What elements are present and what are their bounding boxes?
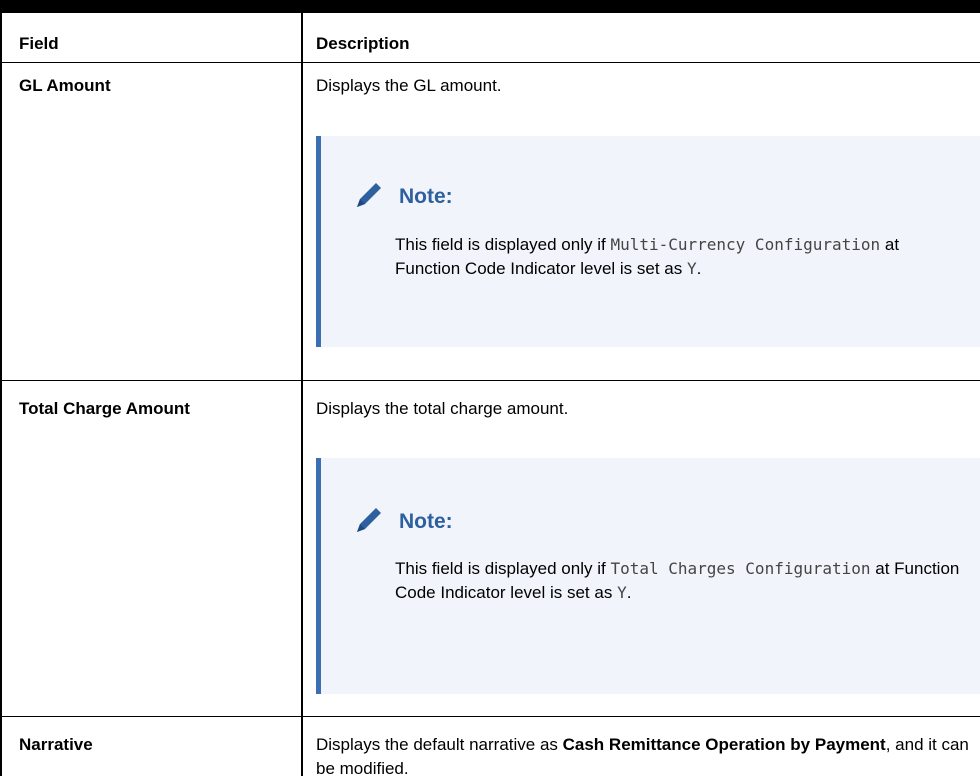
header-divider [0, 62, 980, 63]
header-description: Description [316, 34, 410, 53]
row-description-narrative: Displays the default narrative as Cash R… [316, 735, 969, 778]
note-box-total-charge-amount: Note: This field is displayed only if To… [316, 458, 980, 694]
note-header: Note: [351, 180, 453, 214]
row-divider [0, 380, 980, 381]
header-field: Field [19, 34, 59, 53]
note-text: This field is displayed only if Total Ch… [395, 559, 960, 602]
row-field-total-charge-amount: Total Charge Amount [19, 399, 190, 418]
row-description-gl-amount: Displays the GL amount. [316, 76, 502, 95]
table-top-border [0, 0, 980, 13]
row-field-gl-amount: GL Amount [19, 76, 111, 95]
table-left-border [0, 0, 2, 776]
row-divider [0, 716, 980, 717]
note-title: Note: [399, 510, 453, 533]
note-box-gl-amount: Note: This field is displayed only if Mu… [316, 136, 980, 347]
row-field-narrative: Narrative [19, 735, 93, 754]
pencil-icon [351, 177, 387, 218]
column-divider [301, 13, 303, 776]
note-header: Note: [351, 505, 453, 539]
row-description-total-charge-amount: Displays the total charge amount. [316, 399, 569, 418]
pencil-icon [351, 502, 387, 543]
note-title: Note: [399, 185, 453, 208]
note-text: This field is displayed only if Multi-Cu… [395, 235, 900, 278]
